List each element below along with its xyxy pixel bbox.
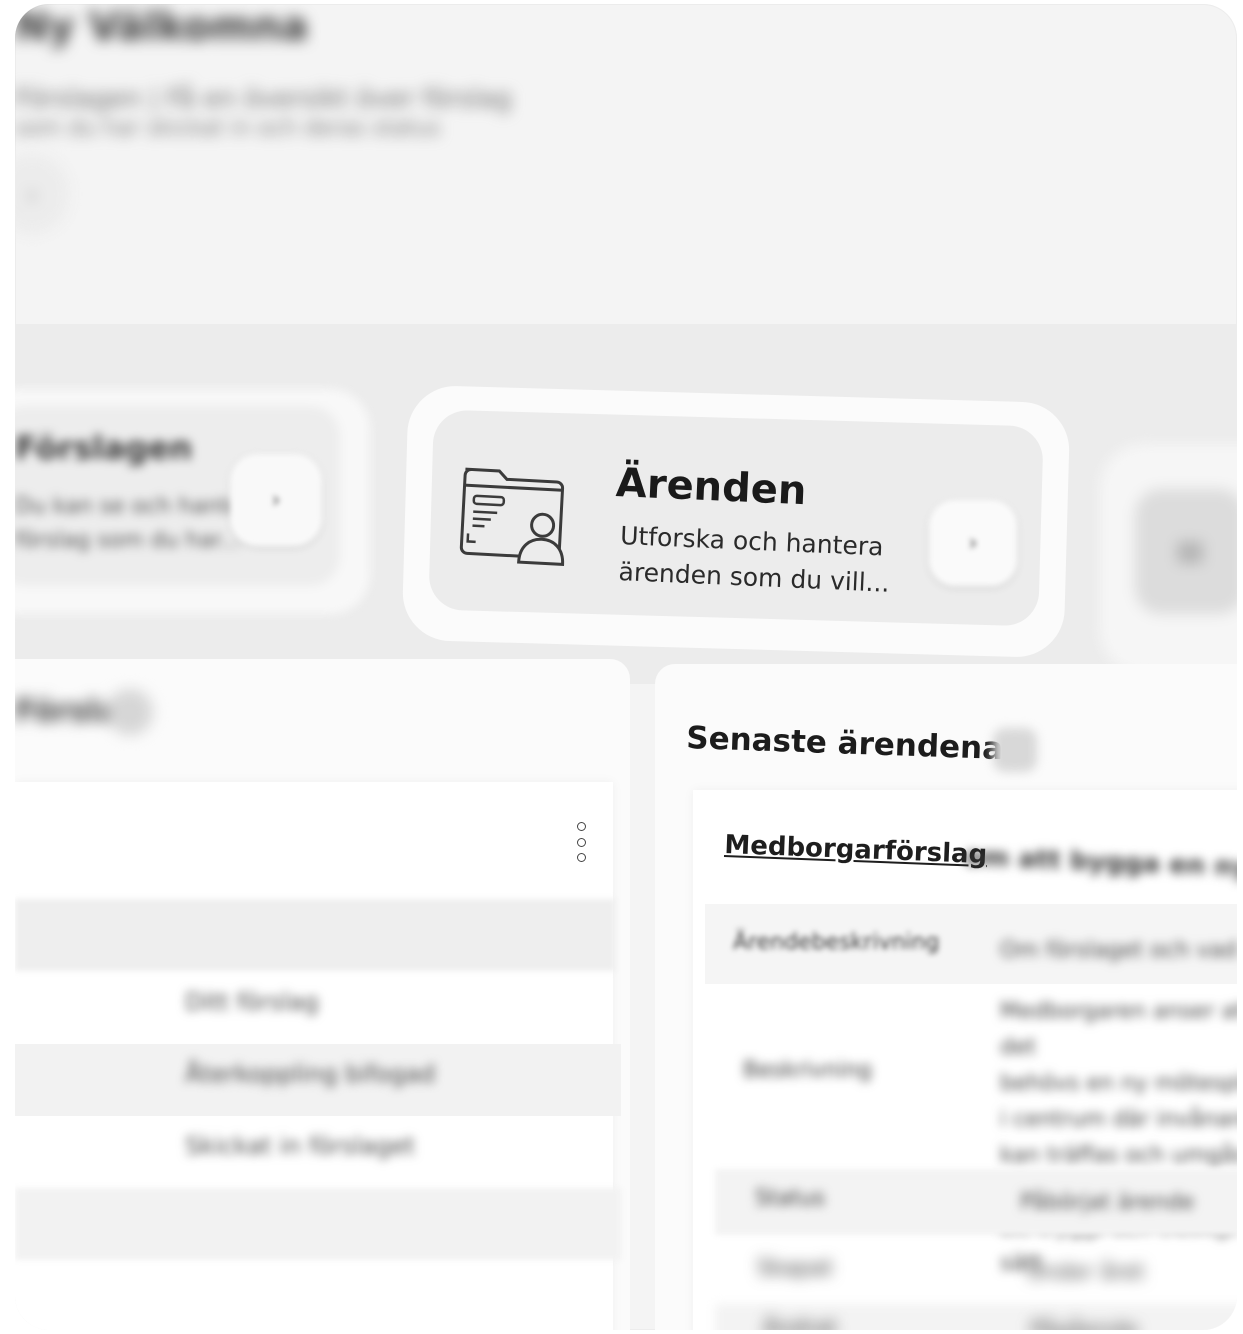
card-arenden-description: Utforska och hantera ärenden som du vill… bbox=[618, 520, 891, 598]
field-label: Skapat bbox=[757, 1256, 833, 1281]
field-label: Status bbox=[755, 1186, 826, 1211]
field-value: Påbörjat ärende bbox=[1020, 1190, 1195, 1215]
table-row[interactable]: Skickat in förslaget bbox=[15, 1116, 621, 1188]
table-row[interactable] bbox=[15, 1260, 621, 1330]
field-label: Beskrivning bbox=[743, 1058, 872, 1083]
chevron-right-icon: › bbox=[271, 487, 281, 513]
card-forslagen-title: Förslagen bbox=[15, 429, 193, 467]
field-value: Om förslaget och vad det gäller bbox=[1000, 938, 1237, 963]
table-row[interactable]: Ditt förslag bbox=[15, 972, 621, 1044]
chevron-right-icon: › bbox=[968, 530, 978, 556]
app-frame: Ny Välkomna Förslagen | Få en översikt ö… bbox=[15, 4, 1237, 1330]
table-row[interactable]: Återkoppling bifogad bbox=[15, 1044, 621, 1116]
page-title: Ny Välkomna bbox=[15, 4, 309, 50]
case-description: Medborgaren anser att det behövs en ny m… bbox=[1000, 999, 1237, 1276]
field-value: Under året bbox=[1027, 1260, 1145, 1285]
clipboard-icon: ≡ bbox=[1135, 489, 1237, 614]
field-value: Pågående bbox=[1030, 1318, 1138, 1330]
table-cell: Ditt förslag bbox=[185, 988, 319, 1016]
table-row[interactable] bbox=[15, 1188, 621, 1260]
field-label: Ärendebeskrivning bbox=[733, 930, 940, 955]
card-forslagen-description: Du kan se och hantera förslag som du har… bbox=[15, 494, 265, 553]
card-forslagen-button[interactable]: › bbox=[230, 454, 322, 546]
card-arenden-title: Ärenden bbox=[614, 460, 808, 515]
chevron-right-icon: › bbox=[26, 177, 38, 211]
calendar-icon bbox=[993, 728, 1037, 772]
card-arenden-button[interactable]: › bbox=[929, 500, 1017, 586]
more-options-icon[interactable] bbox=[571, 822, 591, 862]
left-table-header bbox=[15, 899, 615, 971]
table-cell: Återkoppling bifogad bbox=[185, 1060, 436, 1088]
page-subtitle-2: som du har skickat in och deras status bbox=[15, 116, 441, 141]
page-subtitle: Förslagen | Få en översikt över förslag bbox=[15, 84, 512, 114]
field-label: Ändrat bbox=[763, 1316, 838, 1330]
table-cell: Skickat in förslaget bbox=[185, 1132, 416, 1160]
folder-person-icon bbox=[454, 459, 582, 575]
header-next-button[interactable]: › bbox=[15, 154, 69, 234]
left-panel-badge bbox=[107, 689, 153, 735]
